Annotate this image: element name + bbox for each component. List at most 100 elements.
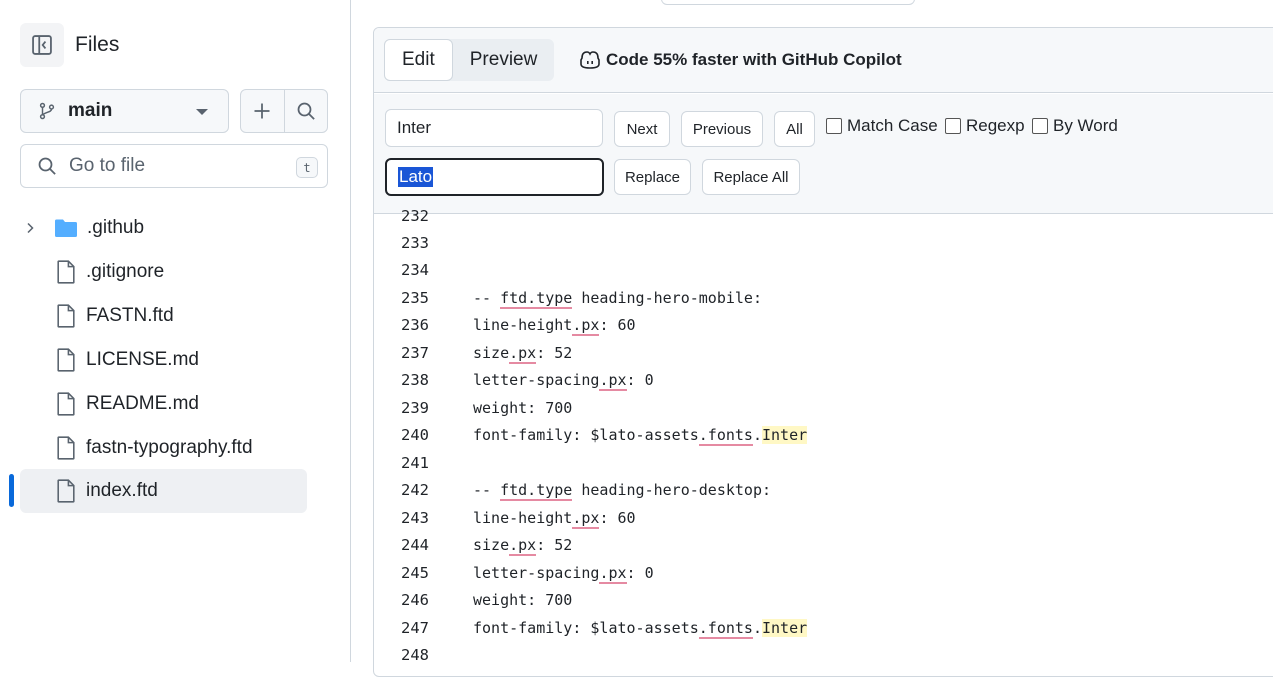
line-number: 246	[401, 590, 429, 609]
tree-item-label: fastn-typography.ftd	[86, 437, 253, 458]
match-case-label: Match Case	[847, 116, 938, 135]
tree-item-readme[interactable]: README.md	[20, 382, 307, 426]
tab-edit[interactable]: Edit	[384, 39, 453, 81]
keyboard-shortcut-hint: t	[296, 157, 318, 178]
sidebar-collapse-icon	[32, 35, 52, 55]
tree-item-index-ftd[interactable]: index.ftd	[20, 469, 307, 513]
copilot-promo[interactable]: Code 55% faster with GitHub Copilot	[579, 50, 902, 70]
line-number: 241	[401, 453, 429, 472]
line-number: 235	[401, 288, 429, 307]
code-line: 233	[374, 229, 1273, 256]
by-word-option[interactable]: By Word	[1032, 116, 1118, 136]
code-line: 240 font-family: $lato-assets.fonts.Inte…	[374, 421, 1273, 448]
copilot-promo-text: Code 55% faster with GitHub Copilot	[606, 50, 902, 69]
line-content: weight: 700	[473, 398, 573, 417]
replace-all-button[interactable]: Replace All	[702, 159, 800, 195]
code-line: 235 -- ftd.type heading-hero-mobile:	[374, 284, 1273, 311]
tree-item-fastn-ftd[interactable]: FASTN.ftd	[20, 294, 307, 338]
line-content: line-height.px: 60	[473, 315, 636, 336]
line-number: 233	[401, 233, 429, 252]
copilot-icon	[580, 51, 600, 69]
find-input-value: Inter	[397, 118, 432, 137]
line-number: 244	[401, 535, 429, 554]
search-match-highlight: Inter	[762, 425, 808, 444]
sidebar-title: Files	[75, 33, 120, 56]
line-content: letter-spacing.px: 0	[473, 563, 654, 584]
regexp-checkbox[interactable]	[945, 118, 961, 134]
edit-preview-tabs: Edit Preview	[384, 39, 555, 81]
regexp-option[interactable]: Regexp	[945, 116, 1025, 136]
branch-selector[interactable]: main	[20, 89, 229, 133]
by-word-checkbox[interactable]	[1032, 118, 1048, 134]
replace-input-value: Lato	[398, 167, 434, 187]
code-line: 244 size.px: 52	[374, 531, 1273, 558]
line-number: 236	[401, 315, 429, 334]
code-line: 241	[374, 449, 1273, 476]
find-input[interactable]: Inter	[385, 109, 603, 147]
code-line: 243 line-height.px: 60	[374, 504, 1273, 531]
line-content: size.px: 52	[473, 535, 573, 556]
code-line: 246 weight: 700	[374, 586, 1273, 613]
regexp-label: Regexp	[966, 116, 1025, 135]
code-segment: --	[473, 288, 501, 307]
filename-input-edge	[661, 0, 915, 5]
tree-item-label: .github	[87, 217, 145, 238]
go-to-file-input[interactable]: Go to file t	[20, 144, 328, 188]
line-content: font-family: $lato-assets.fonts.Inter	[473, 618, 808, 639]
code-line: 247 font-family: $lato-assets.fonts.Inte…	[374, 614, 1273, 641]
line-content: letter-spacing.px: 0	[473, 370, 654, 391]
search-match-highlight: Inter	[762, 618, 808, 637]
tree-item-label: README.md	[86, 393, 199, 414]
add-file-button[interactable]	[241, 90, 284, 132]
active-item-indicator	[9, 474, 14, 507]
line-number: 247	[401, 618, 429, 637]
find-next-button[interactable]: Next	[614, 111, 670, 147]
file-icon	[57, 436, 75, 460]
line-content: size.px: 52	[473, 343, 573, 364]
line-number: 232	[401, 206, 429, 225]
file-icon	[57, 348, 75, 372]
tree-item-gitignore[interactable]: .gitignore	[20, 250, 307, 294]
by-word-label: By Word	[1053, 116, 1118, 135]
git-branch-icon	[39, 102, 55, 120]
find-previous-button[interactable]: Previous	[681, 111, 763, 147]
search-icon	[38, 157, 56, 175]
replace-input[interactable]: Lato	[385, 158, 604, 196]
file-icon	[57, 260, 75, 284]
file-actions-group	[240, 89, 328, 133]
code-line: 242 -- ftd.type heading-hero-desktop:	[374, 476, 1273, 503]
code-line: 237 size.px: 52	[374, 339, 1273, 366]
tree-item-fastn-typography[interactable]: fastn-typography.ftd	[20, 426, 307, 470]
tree-item-label: .gitignore	[86, 261, 165, 282]
code-line: 245 letter-spacing.px: 0	[374, 559, 1273, 586]
file-icon	[57, 304, 75, 328]
branch-name: main	[68, 100, 113, 121]
plus-icon	[254, 103, 270, 119]
code-line: 232	[374, 202, 1273, 229]
file-icon	[57, 479, 75, 503]
line-content: line-height.px: 60	[473, 508, 636, 529]
file-icon	[57, 392, 75, 416]
line-content: weight: 700	[473, 590, 573, 609]
folder-icon	[55, 219, 77, 237]
search-files-button[interactable]	[283, 90, 327, 132]
find-all-button[interactable]: All	[774, 111, 815, 147]
code-line: 234	[374, 256, 1273, 283]
tab-preview[interactable]: Preview	[453, 39, 555, 81]
collapse-sidebar-button[interactable]	[20, 23, 64, 67]
code-line: 239 weight: 700	[374, 394, 1273, 421]
line-content: -- ftd.type heading-hero-mobile:	[473, 288, 762, 309]
tree-item-github-folder[interactable]: .github	[20, 206, 307, 250]
replace-button[interactable]: Replace	[614, 159, 691, 195]
go-to-file-placeholder: Go to file	[69, 155, 146, 176]
line-number: 239	[401, 398, 429, 417]
tree-item-label: index.ftd	[86, 480, 158, 501]
match-case-checkbox[interactable]	[826, 118, 842, 134]
main-editor-area: Edit Preview Code 55% faster with GitHub…	[351, 0, 1273, 677]
search-icon	[297, 102, 315, 120]
editor-container: Edit Preview Code 55% faster with GitHub…	[373, 27, 1273, 677]
line-number: 237	[401, 343, 429, 362]
tree-item-license[interactable]: LICENSE.md	[20, 338, 307, 382]
match-case-option[interactable]: Match Case	[826, 116, 938, 136]
find-replace-panel: Inter Next Previous All Match Case Regex…	[374, 94, 1273, 214]
